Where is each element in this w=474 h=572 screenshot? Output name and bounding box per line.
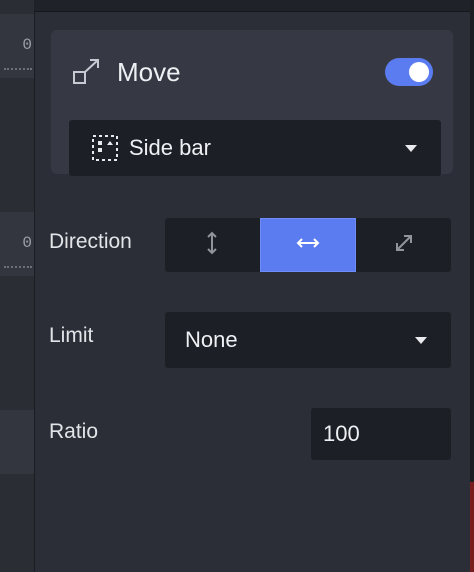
chevron-down-icon [415, 337, 427, 344]
vertical-arrow-icon [204, 230, 220, 261]
target-select-value: Side bar [129, 135, 211, 160]
editor-left-strip: 0 0 [0, 0, 34, 572]
move-toggle[interactable] [385, 58, 433, 86]
direction-segmented-control [165, 218, 451, 272]
limit-select[interactable]: None [165, 312, 451, 368]
move-title: Move [117, 56, 181, 87]
move-header: Move [71, 54, 433, 90]
direction-label: Direction [49, 230, 132, 253]
ruler-digit: 0 [22, 234, 32, 252]
properties-panel: Move Side bar Direction Limit None Ratio… [34, 12, 470, 572]
ratio-input[interactable] [311, 408, 451, 460]
limit-label: Limit [49, 324, 94, 347]
toggle-knob [409, 62, 429, 82]
ratio-label: Ratio [49, 420, 99, 443]
direction-option-diagonal[interactable] [356, 218, 451, 272]
ruler-ticks [4, 266, 32, 268]
limit-select-value: None [185, 327, 238, 352]
diagonal-arrow-icon [393, 232, 415, 259]
timeline-marker [470, 482, 474, 572]
ruler-ticks [4, 68, 32, 70]
move-card: Move Side bar [51, 30, 453, 176]
horizontal-arrow-icon [295, 235, 321, 256]
right-edge [470, 0, 474, 572]
target-select[interactable]: Side bar [69, 120, 441, 176]
move-icon [71, 57, 101, 87]
chevron-down-icon [405, 145, 417, 152]
top-bar [34, 0, 474, 12]
ruler-digit: 0 [22, 36, 32, 54]
direction-option-horizontal[interactable] [259, 218, 357, 272]
direction-option-vertical[interactable] [165, 218, 260, 272]
ruler-segment: 0 [0, 14, 34, 78]
sidebar-icon [91, 134, 119, 162]
editor-block [0, 410, 34, 474]
ruler-segment: 0 [0, 212, 34, 276]
